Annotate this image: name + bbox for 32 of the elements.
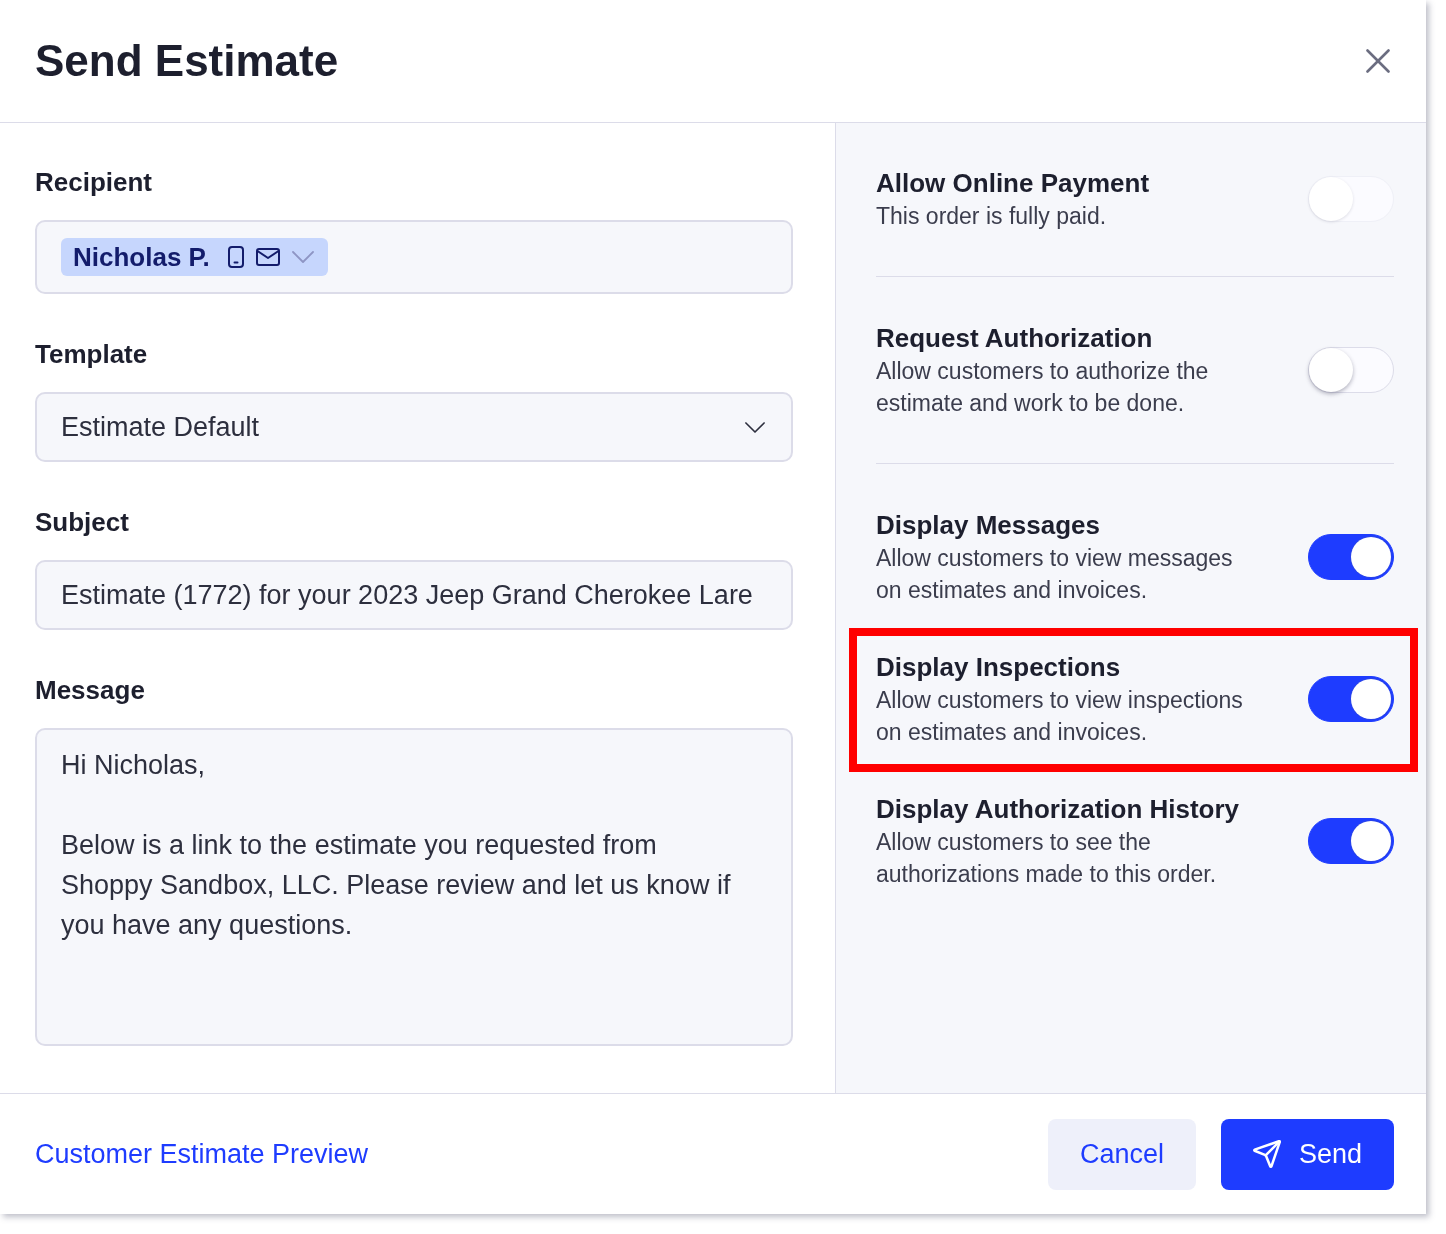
option-description: Allow customers to authorize the estimate and work to be done.	[876, 357, 1210, 418]
paper-plane-icon	[1252, 1140, 1281, 1168]
option-title: Display Authorization History	[876, 793, 1241, 826]
subject-field[interactable]: Estimate (1772) for your 2023 Jeep Grand Cherokee Lare	[35, 560, 793, 630]
chevron-down-icon	[745, 421, 765, 433]
send-button[interactable]: Send	[1220, 1118, 1394, 1190]
recipient-chip[interactable]: Nicholas P.	[61, 238, 328, 276]
toggle-switch[interactable]	[1308, 534, 1394, 580]
option-description: Allow customers to see the authorizations made to this order.	[876, 828, 1218, 889]
field-label: Message	[35, 674, 146, 707]
option-description: This order is fully paid.	[876, 202, 1108, 231]
option-title: Display Messages	[876, 509, 1101, 542]
chevron-down-icon	[291, 251, 314, 263]
toggle-switch[interactable]	[1308, 676, 1394, 722]
field-label: Template	[35, 338, 149, 371]
field-label: Subject	[35, 506, 130, 539]
option-title: Display Inspections	[876, 651, 1122, 684]
message-field[interactable]: Hi Nicholas, Below is a link to the estimate you requested from Shoppy Sandbox, LLC. Please review and let us know if you have any questions.	[35, 728, 793, 1046]
preview-link[interactable]: Customer Estimate Preview	[35, 1138, 369, 1170]
option-title: Allow Online Payment	[876, 167, 1150, 200]
field-label: Recipient	[35, 166, 154, 199]
envelope-icon	[255, 248, 280, 266]
phone-icon	[227, 246, 244, 268]
option-description: Allow customers to view inspections on estimates and invoices.	[876, 686, 1244, 747]
option-description: Allow customers to view messages on estimates and invoices.	[876, 544, 1234, 605]
dialog-title: Send Estimate	[35, 35, 339, 87]
template-select[interactable]: Estimate Default	[35, 392, 793, 462]
option-title: Request Authorization	[876, 322, 1154, 355]
toggle-switch[interactable]	[1308, 818, 1394, 864]
cancel-button[interactable]: Cancel	[1047, 1118, 1196, 1190]
close-icon[interactable]	[1366, 49, 1390, 73]
recipient-field[interactable]: Nicholas P.	[35, 220, 793, 294]
